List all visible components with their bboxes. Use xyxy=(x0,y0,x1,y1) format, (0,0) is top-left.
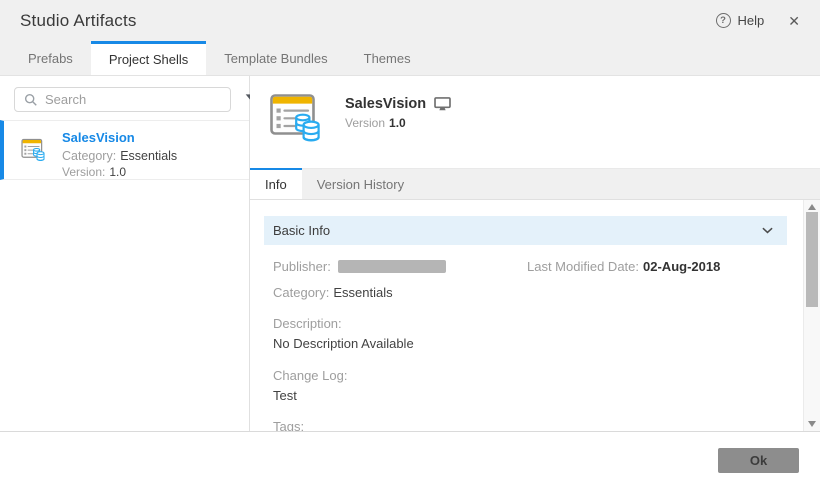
monitor-icon xyxy=(434,97,451,111)
tab-info[interactable]: Info xyxy=(250,168,302,199)
titlebar: Studio Artifacts ? Help ✕ xyxy=(0,0,820,41)
last-modified-value: 02-Aug-2018 xyxy=(643,259,720,274)
detail-header: SalesVision Version 1.0 xyxy=(250,76,820,168)
footer: Ok xyxy=(0,431,820,487)
artifact-version: Version: 1.0 xyxy=(62,165,239,179)
help-icon: ? xyxy=(716,13,731,28)
help-button[interactable]: ? Help xyxy=(716,13,765,28)
scroll-thumb[interactable] xyxy=(806,212,818,307)
detail-title-block: SalesVision Version 1.0 xyxy=(345,88,451,168)
titlebar-actions: ? Help ✕ xyxy=(716,13,800,28)
changelog-label: Change Log: xyxy=(273,368,803,383)
sidebar: SalesVision Category: Essentials Version:… xyxy=(0,76,250,431)
category-label: Category: xyxy=(273,285,329,300)
basic-info-fields: Publisher: Last Modified Date: 02-Aug-201… xyxy=(273,258,803,431)
scroll-up-icon[interactable] xyxy=(808,204,816,210)
version-value: 1.0 xyxy=(109,165,126,179)
search-icon xyxy=(24,93,38,107)
help-label: Help xyxy=(738,13,765,28)
basic-info-title: Basic Info xyxy=(273,223,330,238)
detail-version: Version 1.0 xyxy=(345,116,451,130)
search-input[interactable] xyxy=(45,92,221,107)
field-row-publisher: Publisher: Last Modified Date: 02-Aug-201… xyxy=(273,258,803,275)
category-value: Essentials xyxy=(120,149,177,163)
category-label: Category: xyxy=(62,149,116,163)
scroll-down-icon[interactable] xyxy=(808,421,816,427)
main-tab-bar: Prefabs Project Shells Template Bundles … xyxy=(0,41,820,76)
detail-version-value: 1.0 xyxy=(389,116,406,130)
search-row xyxy=(0,76,249,120)
tab-template-bundles[interactable]: Template Bundles xyxy=(206,41,345,75)
artifact-icon xyxy=(19,136,47,164)
category-value: Essentials xyxy=(333,285,392,300)
artifact-icon-large xyxy=(265,88,325,148)
list-item-salesvision[interactable]: SalesVision Category: Essentials Version:… xyxy=(0,120,249,180)
close-icon[interactable]: ✕ xyxy=(788,14,800,28)
artifact-category: Category: Essentials xyxy=(62,149,239,163)
detail-title: SalesVision xyxy=(345,96,426,112)
dialog-body: SalesVision Category: Essentials Version:… xyxy=(0,76,820,431)
description-value: No Description Available xyxy=(273,336,803,351)
search-box xyxy=(14,87,231,112)
changelog-value: Test xyxy=(273,388,803,403)
studio-artifacts-dialog: Studio Artifacts ? Help ✕ Prefabs Projec… xyxy=(0,0,820,487)
tags-label: Tags: xyxy=(273,419,803,431)
publisher-label: Publisher: xyxy=(273,259,331,274)
detail-panel: SalesVision Version 1.0 Info Version Hist… xyxy=(250,76,820,431)
tab-version-history[interactable]: Version History xyxy=(302,169,419,199)
chevron-down-icon xyxy=(762,227,773,234)
tab-themes[interactable]: Themes xyxy=(346,41,429,75)
field-row-category: Category: Essentials xyxy=(273,284,803,301)
detail-version-label: Version xyxy=(345,116,385,130)
tab-project-shells[interactable]: Project Shells xyxy=(91,41,206,75)
publisher-redacted-value xyxy=(338,260,446,273)
last-modified-label: Last Modified Date: xyxy=(527,259,639,274)
basic-info-accordion[interactable]: Basic Info xyxy=(264,216,787,245)
scrollbar[interactable] xyxy=(803,200,820,431)
detail-tab-bar: Info Version History xyxy=(250,168,820,200)
description-label: Description: xyxy=(273,316,803,331)
dialog-title: Studio Artifacts xyxy=(20,11,137,31)
artifact-name: SalesVision xyxy=(62,130,239,145)
tab-prefabs[interactable]: Prefabs xyxy=(10,41,91,75)
ok-button[interactable]: Ok xyxy=(718,448,799,473)
info-panel: Basic Info Publisher: Last Modified Date… xyxy=(250,200,820,431)
version-label: Version: xyxy=(62,165,105,179)
